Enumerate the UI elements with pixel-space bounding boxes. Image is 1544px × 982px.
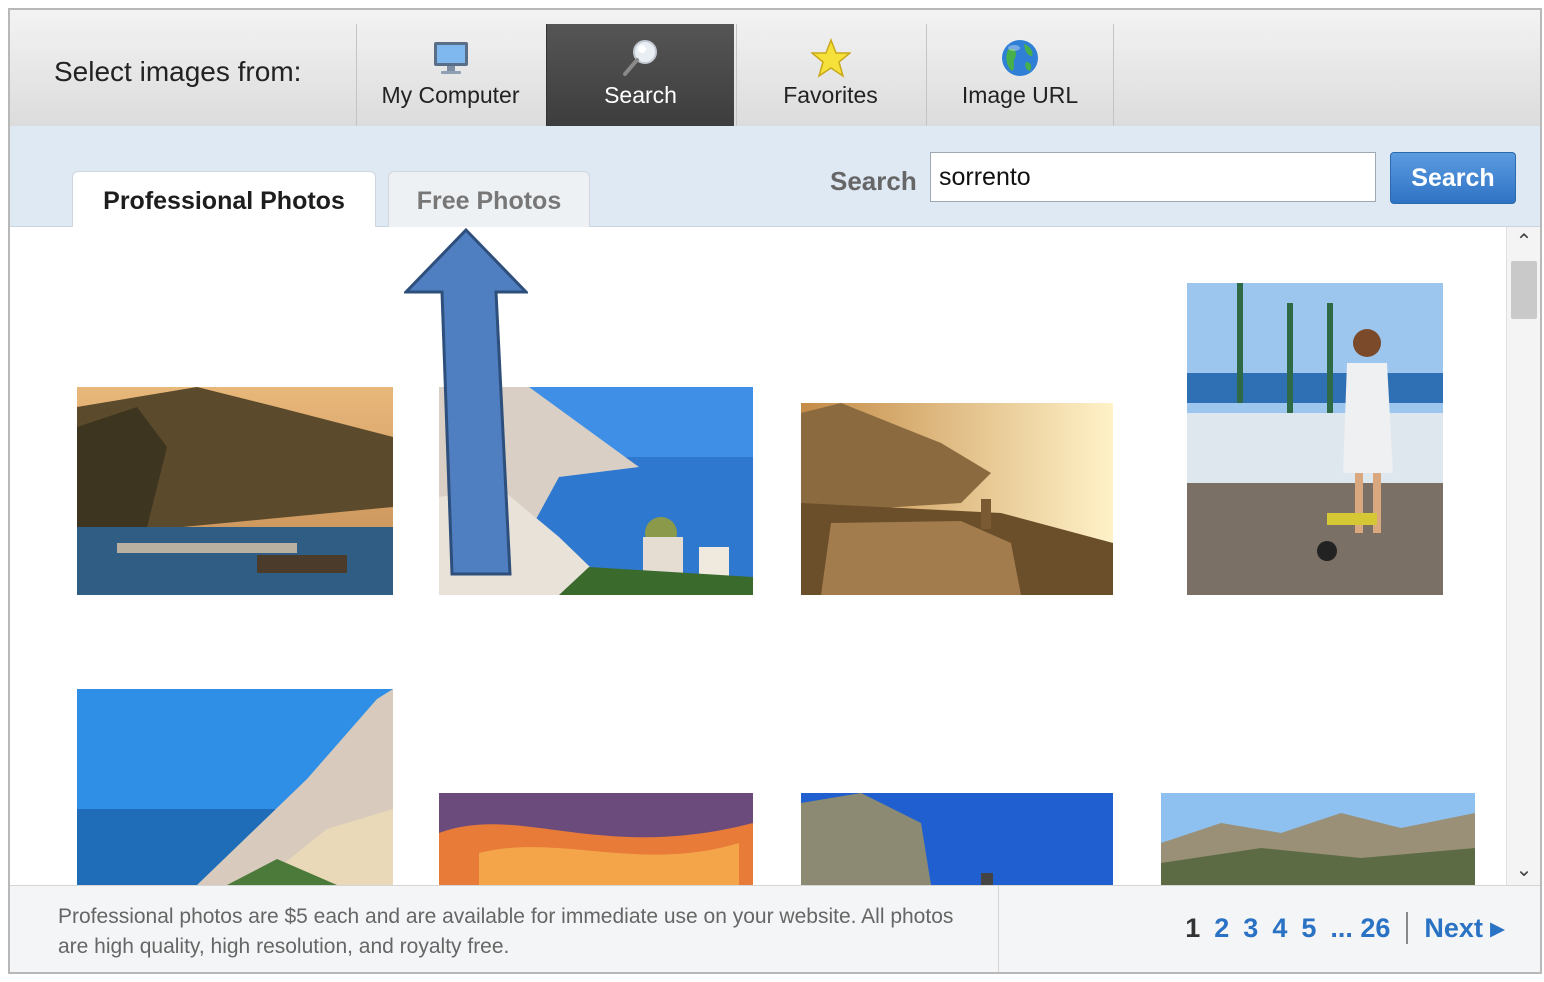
source-tab-my-computer[interactable]: My Computer xyxy=(356,24,544,126)
scroll-up-icon[interactable]: ⌃ xyxy=(1507,227,1540,257)
annotation-arrow-icon xyxy=(404,228,528,576)
search-label: Search xyxy=(830,166,917,196)
source-tab-label: Image URL xyxy=(961,82,1079,108)
scrollbar-thumb[interactable] xyxy=(1511,261,1537,319)
page-link[interactable]: 5 xyxy=(1301,913,1316,944)
next-page-link[interactable]: Next ▸ xyxy=(1424,913,1504,944)
photo-thumbnail[interactable] xyxy=(801,793,1113,885)
tab-free-photos[interactable]: Free Photos xyxy=(388,171,590,227)
pagination: 1 2 3 4 5 ... 26 Next ▸ xyxy=(1171,912,1504,944)
photo-thumbnail[interactable] xyxy=(801,403,1113,595)
photo-thumbnail[interactable] xyxy=(77,689,393,885)
computer-monitor-icon xyxy=(433,42,468,74)
page-link-last[interactable]: ... 26 xyxy=(1330,913,1390,944)
pricing-note: Professional photos are $5 each and are … xyxy=(58,905,954,958)
page-link[interactable]: 2 xyxy=(1214,913,1229,944)
photo-thumbnail[interactable] xyxy=(77,387,393,595)
scroll-down-icon[interactable]: ⌄ xyxy=(1507,855,1540,885)
globe-icon xyxy=(1002,40,1038,76)
footer-divider xyxy=(998,886,999,972)
pager-separator xyxy=(1406,912,1409,944)
photo-thumbnail[interactable] xyxy=(1161,793,1475,885)
source-tab-label: Favorites xyxy=(783,82,878,108)
page-link[interactable]: 3 xyxy=(1243,913,1258,944)
photo-thumbnail[interactable] xyxy=(439,793,753,885)
scrollbar[interactable]: ⌃ ⌄ xyxy=(1506,227,1540,885)
results-grid xyxy=(10,227,1506,885)
page-link[interactable]: 4 xyxy=(1272,913,1287,944)
source-tab-favorites[interactable]: Favorites xyxy=(736,24,924,126)
footer: Professional photos are $5 each and are … xyxy=(10,885,1540,972)
source-tab-label: My Computer xyxy=(381,82,520,108)
search-input[interactable] xyxy=(930,152,1376,202)
source-label: Select images from: xyxy=(54,56,302,87)
search-button[interactable]: Search xyxy=(1390,152,1516,204)
source-tab-label: Search xyxy=(604,82,677,108)
photo-thumbnail[interactable] xyxy=(1187,283,1443,595)
magnifier-icon xyxy=(622,40,657,76)
star-icon xyxy=(810,38,851,78)
source-bar: Select images from: My Computer Search F xyxy=(10,10,1540,127)
source-tab-search[interactable]: Search xyxy=(546,24,734,126)
tab-professional-photos[interactable]: Professional Photos xyxy=(72,171,376,227)
source-tab-image-url[interactable]: Image URL xyxy=(926,24,1114,126)
search-band: Professional Photos Free Photos Search S… xyxy=(10,126,1540,227)
image-picker-dialog: Select images from: My Computer Search F xyxy=(8,8,1542,974)
page-current: 1 xyxy=(1185,912,1201,943)
